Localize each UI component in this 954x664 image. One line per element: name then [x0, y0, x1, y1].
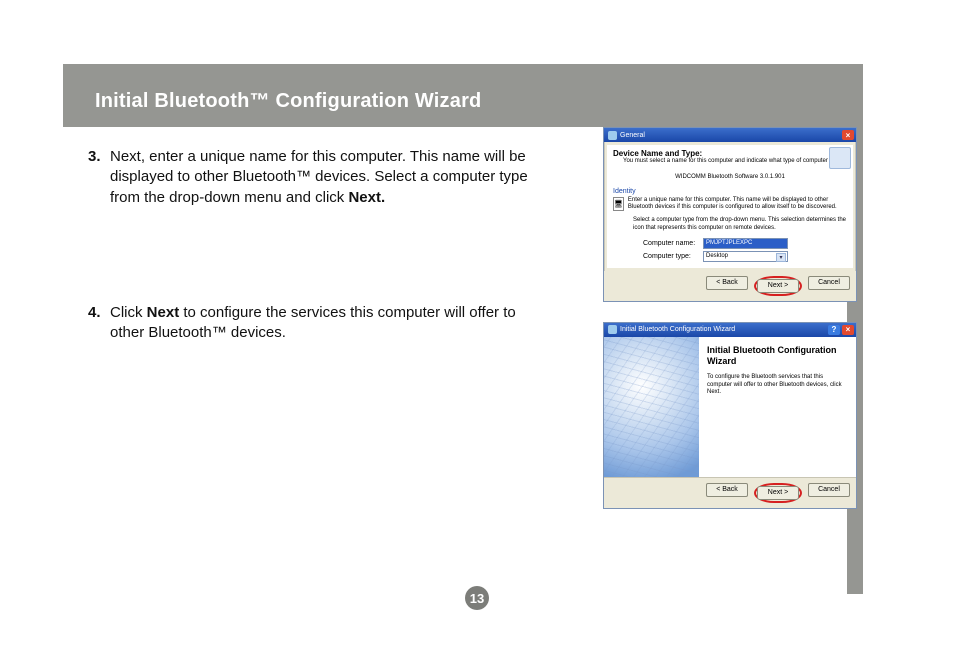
computer-type-label: Computer type:: [643, 253, 703, 260]
next-button[interactable]: Next >: [757, 279, 799, 293]
computer-name-input[interactable]: PMJPTJPLEXPC: [703, 238, 788, 249]
step-text-bold: Next: [147, 304, 180, 321]
computer-type-field: Computer type: Desktop ▾: [643, 251, 847, 262]
software-version: WIDCOMM Bluetooth Software 3.0.1.901: [613, 174, 847, 180]
computer-type-value: Desktop: [706, 253, 728, 259]
step-3: 3. Next, enter a unique name for this co…: [63, 147, 533, 208]
step-text-bold: Next.: [348, 189, 385, 206]
identity-description: Enter a unique name for this computer. T…: [628, 197, 847, 211]
wizard-title: Initial Bluetooth Configuration Wizard: [707, 345, 848, 367]
window-icon: [608, 325, 617, 334]
identity-label: Identity: [613, 188, 847, 195]
step-4: 4. Click Next to configure the services …: [63, 303, 533, 344]
section-heading: Device Name and Type:: [613, 149, 847, 158]
type-description: Select a computer type from the drop-dow…: [633, 217, 847, 231]
help-icon[interactable]: ?: [828, 325, 840, 335]
highlight-ring: Next >: [754, 276, 802, 296]
step-text-body: Next, enter a unique name for this compu…: [110, 148, 528, 206]
titlebar[interactable]: General ×: [604, 128, 856, 142]
step-text: Click Next to configure the services thi…: [108, 303, 533, 344]
close-icon[interactable]: ×: [842, 130, 854, 140]
step-number: 4.: [88, 303, 108, 323]
section-subheading: You must select a name for this computer…: [613, 158, 847, 164]
wizard-text: Initial Bluetooth Configuration Wizard T…: [699, 337, 856, 477]
chevron-down-icon[interactable]: ▾: [776, 253, 786, 262]
page-title: Initial Bluetooth™ Configuration Wizard: [63, 80, 847, 127]
wizard-body: Initial Bluetooth Configuration Wizard T…: [604, 337, 856, 477]
cancel-button[interactable]: Cancel: [808, 483, 850, 497]
button-bar: < Back Next > Cancel: [604, 271, 856, 301]
computer-type-select[interactable]: Desktop ▾: [703, 251, 788, 262]
window-title: General: [620, 132, 645, 139]
button-bar: < Back Next > Cancel: [604, 477, 856, 508]
computer-name-label: Computer name:: [643, 240, 703, 247]
page-number-badge: 13: [465, 586, 489, 610]
dialog-wizard: Initial Bluetooth Configuration Wizard ?…: [603, 322, 857, 509]
identity-block: 🖥 Enter a unique name for this computer.…: [613, 197, 847, 211]
back-button[interactable]: < Back: [706, 276, 748, 290]
close-icon[interactable]: ×: [842, 325, 854, 335]
window-title: Initial Bluetooth Configuration Wizard: [620, 326, 735, 333]
page-frame: Initial Bluetooth™ Configuration Wizard …: [63, 64, 863, 594]
step-number: 3.: [88, 147, 108, 167]
computer-icon: 🖥: [613, 197, 624, 211]
wizard-description: To configure the Bluetooth services that…: [707, 374, 848, 397]
next-button[interactable]: Next >: [757, 486, 799, 500]
dialog-general: General × Device Name and Type: You must…: [603, 127, 857, 302]
dialog-body: Initial Bluetooth Configuration Wizard T…: [604, 337, 856, 477]
highlight-ring: Next >: [754, 483, 802, 503]
window-icon: [608, 131, 617, 140]
computer-name-field: Computer name: PMJPTJPLEXPC: [643, 238, 847, 249]
step-text-pre: Click: [110, 304, 147, 321]
cancel-button[interactable]: Cancel: [808, 276, 850, 290]
page-content: 3. Next, enter a unique name for this co…: [63, 127, 847, 343]
bluetooth-computer-icon: [829, 147, 851, 169]
globe-graphic: [604, 337, 699, 477]
screenshots: General × Device Name and Type: You must…: [603, 127, 857, 529]
step-text: Next, enter a unique name for this compu…: [108, 147, 533, 208]
back-button[interactable]: < Back: [706, 483, 748, 497]
titlebar[interactable]: Initial Bluetooth Configuration Wizard ?…: [604, 323, 856, 337]
dialog-body: Device Name and Type: You must select a …: [607, 145, 853, 268]
